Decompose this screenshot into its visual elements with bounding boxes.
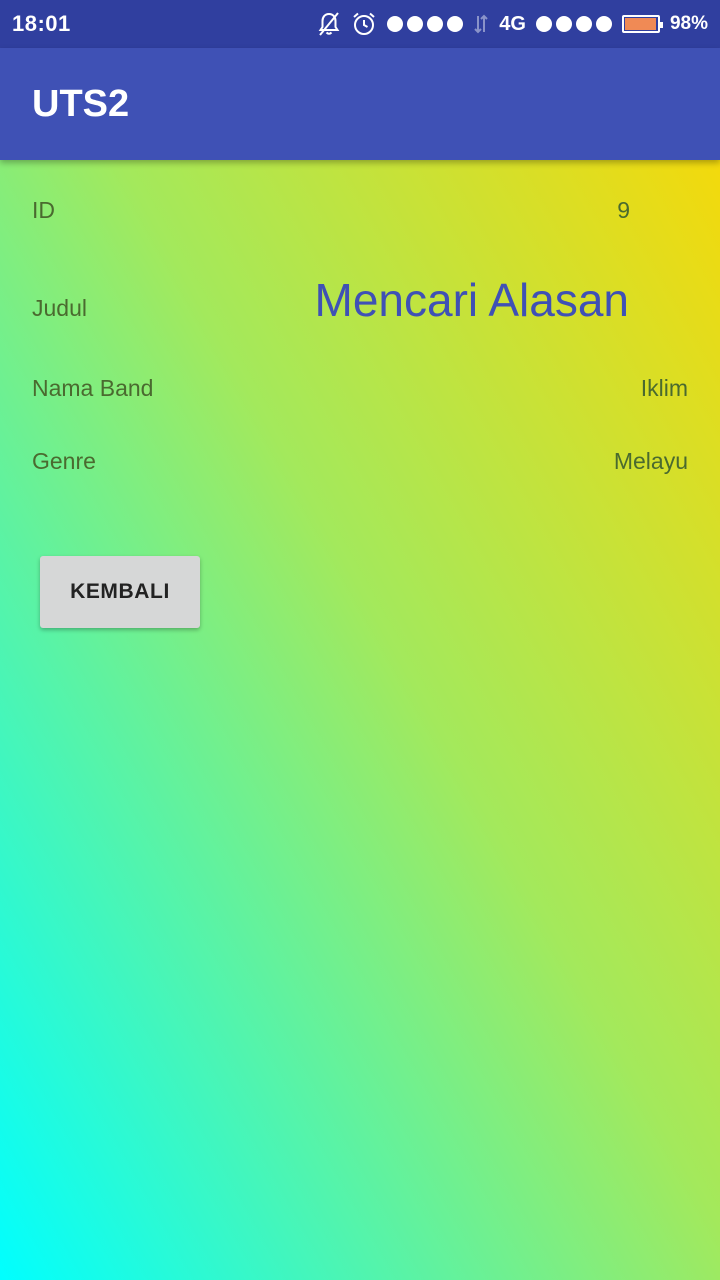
- id-label: ID: [32, 197, 55, 223]
- screen-background: 18:01 4G 98% UTS2 ID 9 Judul Mencari Ala…: [0, 0, 720, 1280]
- mute-notifications-icon: [317, 11, 341, 37]
- signal-dots-icon: [387, 16, 464, 32]
- alarm-icon: [351, 11, 377, 37]
- status-icons: 4G 98%: [317, 0, 708, 48]
- status-time: 18:01: [12, 11, 71, 36]
- id-value: 9: [617, 197, 630, 223]
- signal-dots-icon: [535, 16, 612, 32]
- battery-icon: [621, 15, 663, 33]
- judul-value: Mencari Alasan: [314, 274, 630, 326]
- data-transfer-icon: [473, 13, 489, 35]
- genre-label: Genre: [32, 448, 96, 474]
- network-type: 4G: [499, 12, 526, 35]
- judul-label: Judul: [32, 295, 87, 321]
- app-title: UTS2: [32, 83, 130, 125]
- nama-band-label: Nama Band: [32, 375, 154, 401]
- app-bar: UTS2: [0, 48, 720, 160]
- status-bar: 18:01 4G 98%: [0, 0, 720, 48]
- battery-percent: 98%: [669, 13, 708, 34]
- nama-band-value: Iklim: [640, 375, 688, 401]
- genre-value: Melayu: [613, 448, 688, 474]
- back-button[interactable]: KEMBALI: [40, 556, 200, 628]
